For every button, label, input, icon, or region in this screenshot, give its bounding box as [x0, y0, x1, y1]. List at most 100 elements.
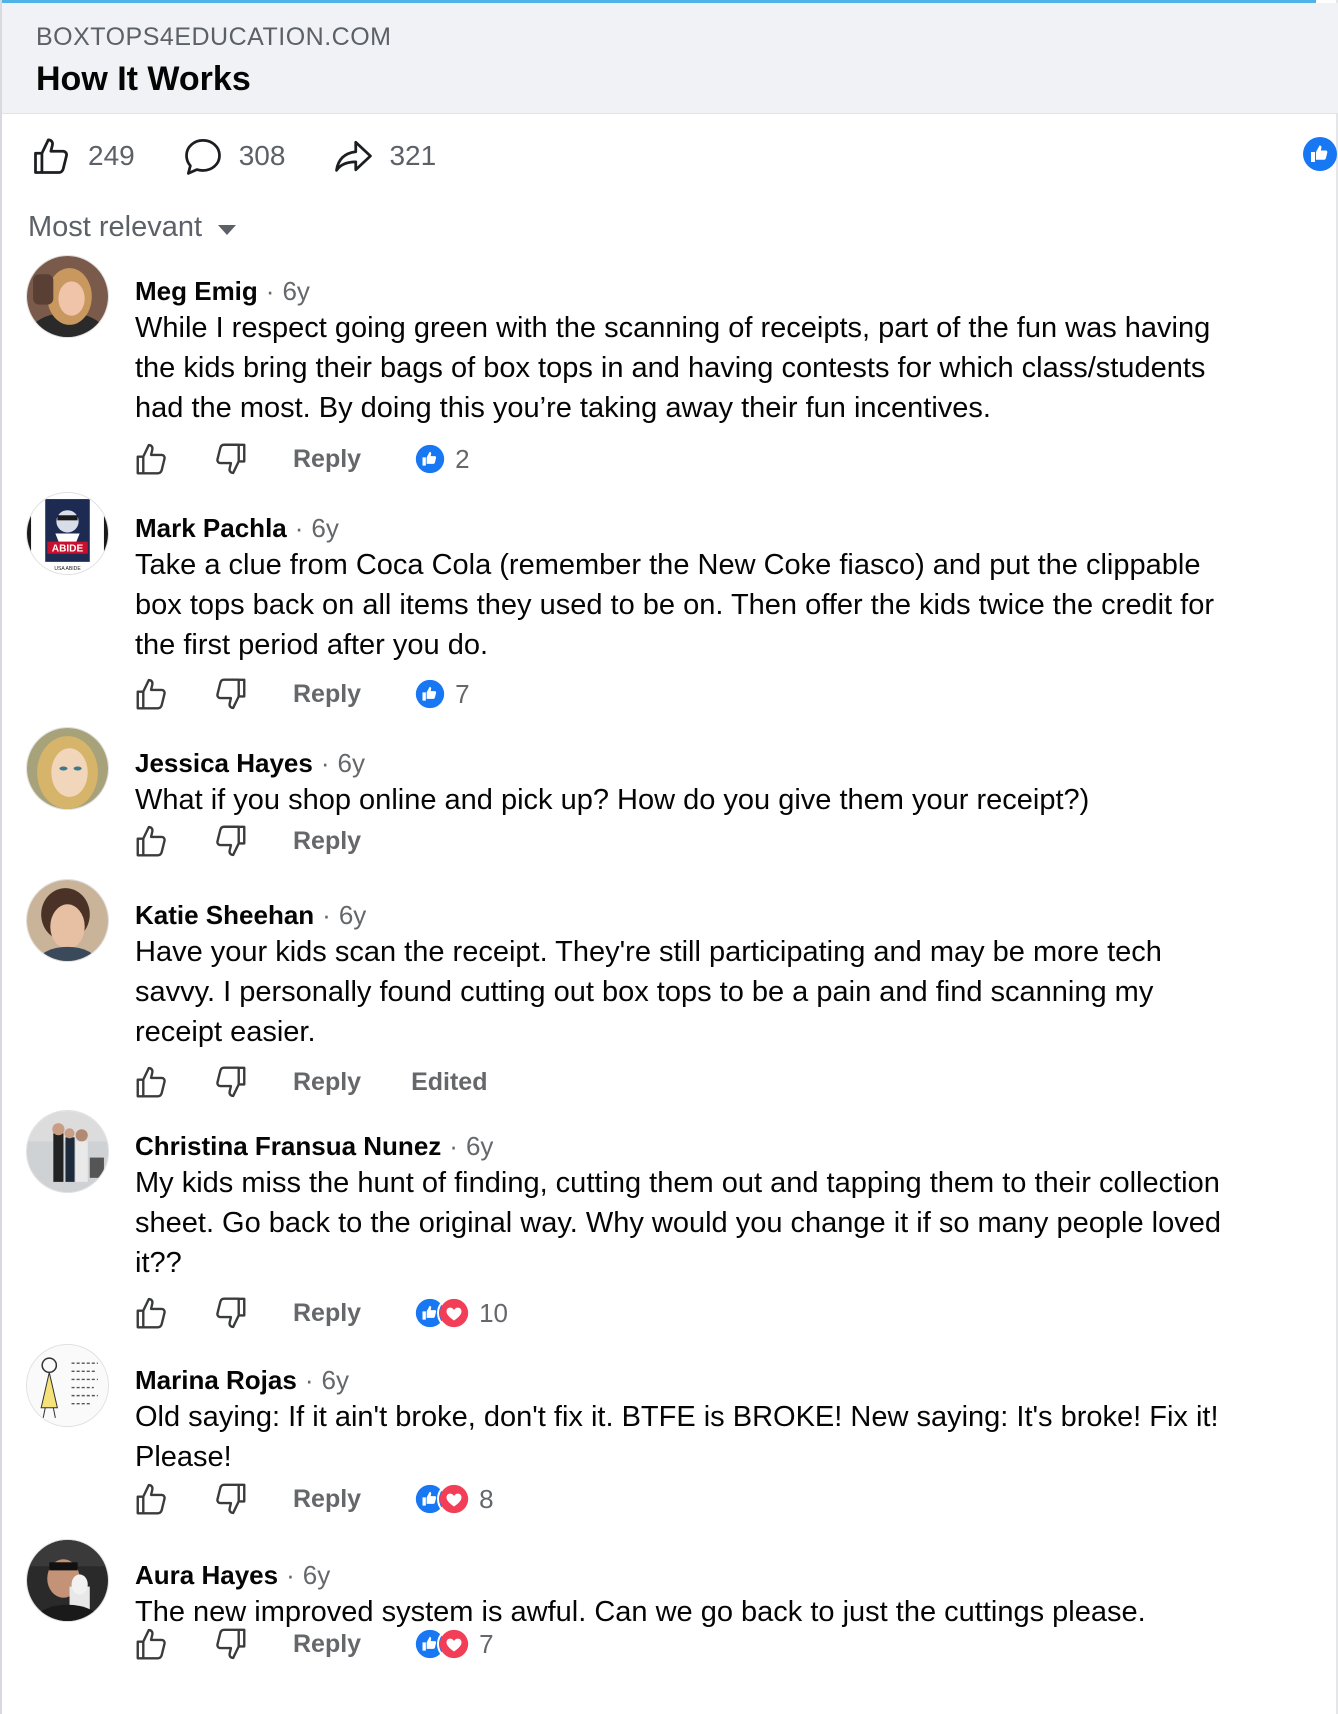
comment-text: My kids miss the hunt of finding, cuttin…: [135, 1163, 1315, 1283]
comment-time[interactable]: 6y: [466, 1131, 493, 1162]
like-icon[interactable]: [133, 1480, 171, 1518]
reply-button[interactable]: Reply: [293, 1299, 361, 1328]
commenter-name[interactable]: Meg Emig: [135, 276, 258, 307]
avatar[interactable]: ABIDE USA ABIDE: [26, 492, 109, 575]
comment-time[interactable]: 6y: [338, 748, 365, 779]
link-preview-card[interactable]: BOXTOPS4EDUCATION.COM How It Works: [2, 3, 1338, 114]
comment-text: Take a clue from Coca Cola (remember the…: [135, 545, 1315, 665]
comment-text-line: Old saying: If it ain't broke, don't fix…: [135, 1401, 1219, 1433]
comment-text-line: My kids miss the hunt of finding, cuttin…: [135, 1167, 1220, 1199]
comment-text-line: Have your kids scan the receipt. They're…: [135, 936, 1162, 968]
separator-dot: ·: [286, 1560, 295, 1590]
avatar[interactable]: [26, 727, 109, 810]
comment-count: 308: [238, 140, 286, 171]
separator-dot: ·: [304, 1365, 314, 1395]
commenter-name[interactable]: Mark Pachla: [135, 513, 287, 544]
like-icon[interactable]: [133, 440, 171, 478]
dislike-icon[interactable]: [211, 1063, 249, 1101]
link-title[interactable]: How It Works: [36, 60, 251, 99]
like-icon[interactable]: [133, 1625, 171, 1663]
share-icon[interactable]: [331, 134, 375, 178]
avatar-usa-abide-text: USA ABIDE: [54, 566, 81, 572]
reply-button[interactable]: Reply: [293, 1485, 361, 1514]
comment-time[interactable]: 6y: [322, 1365, 349, 1396]
comment-text: What if you shop online and pick up? How…: [135, 780, 1315, 820]
dislike-icon[interactable]: [211, 1625, 249, 1663]
avatar-abide-text: ABIDE: [52, 544, 84, 555]
comment-text: While I respect going green with the sca…: [135, 308, 1315, 428]
love-reaction-icon: [437, 1296, 472, 1330]
reaction-summary[interactable]: 7: [413, 677, 470, 711]
comment-time[interactable]: 6y: [282, 276, 309, 307]
avatar[interactable]: [26, 1539, 109, 1622]
sort-label: Most relevant: [28, 211, 203, 243]
reaction-summary[interactable]: 8: [413, 1482, 494, 1516]
reply-button[interactable]: Reply: [293, 1068, 361, 1097]
dislike-icon[interactable]: [211, 675, 249, 713]
separator-dot: ·: [265, 276, 275, 306]
commenter-name[interactable]: Katie Sheehan: [135, 900, 314, 931]
reaction-count: 8: [479, 1483, 494, 1514]
comment-time[interactable]: 6y: [303, 1560, 330, 1591]
like-stat[interactable]: 249: [30, 134, 135, 178]
comment-text-line: the first period after you do.: [135, 629, 489, 661]
reaction-count: 7: [479, 1628, 494, 1659]
avatar[interactable]: [26, 879, 109, 962]
like-reaction-icon: [413, 442, 448, 476]
commenter-name[interactable]: Marina Rojas: [135, 1365, 297, 1396]
reply-button[interactable]: Reply: [293, 680, 361, 709]
reaction-summary[interactable]: 7: [413, 1627, 494, 1661]
avatar[interactable]: [26, 1344, 109, 1427]
comment-actions: Reply 7: [133, 1624, 494, 1664]
like-outline-icon[interactable]: [30, 134, 74, 178]
like-count: 249: [88, 140, 135, 171]
reply-button[interactable]: Reply: [293, 445, 361, 474]
comment-text-line: the kids bring their bags of box tops in…: [135, 352, 1206, 384]
comment-actions: Reply Edited: [133, 1062, 488, 1102]
separator-dot: ·: [322, 900, 331, 930]
commenter-name[interactable]: Christina Fransua Nunez: [135, 1131, 441, 1162]
commenter-name[interactable]: Aura Hayes: [135, 1560, 278, 1591]
comment-actions: Reply 8: [133, 1479, 494, 1519]
commenter-name[interactable]: Jessica Hayes: [135, 748, 313, 779]
dislike-icon[interactable]: [211, 1294, 249, 1332]
share-count: 321: [389, 140, 437, 171]
dislike-icon[interactable]: [211, 1480, 249, 1518]
comment-icon[interactable]: [181, 134, 225, 178]
avatar[interactable]: [26, 255, 109, 338]
sort-dropdown[interactable]: Most relevant: [28, 211, 237, 244]
love-reaction-icon: [437, 1627, 472, 1661]
reaction-summary[interactable]: 10: [413, 1296, 508, 1330]
comment-text-line: receipt easier.: [135, 1016, 316, 1048]
comment-stat[interactable]: 308: [181, 134, 286, 178]
comment-actions: Reply 7: [133, 674, 470, 714]
like-icon[interactable]: [133, 822, 171, 860]
separator-dot: ·: [449, 1131, 458, 1161]
like-icon[interactable]: [133, 675, 171, 713]
reaction-summary[interactable]: 2: [413, 442, 470, 476]
separator-dot: ·: [320, 748, 330, 778]
reply-button[interactable]: Reply: [293, 1630, 361, 1659]
love-reaction-icon: [437, 1482, 472, 1516]
comment-header: Marina Rojas · 6y: [135, 1365, 349, 1399]
comment-text-line: savvy. I personally found cutting out bo…: [135, 976, 1154, 1008]
like-reaction-icon: [413, 677, 448, 711]
share-stat[interactable]: 321: [331, 134, 436, 178]
reply-button[interactable]: Reply: [293, 827, 361, 856]
comment-header: Katie Sheehan · 6y: [135, 900, 366, 934]
comment-header: Mark Pachla · 6y: [135, 513, 339, 547]
like-icon[interactable]: [133, 1063, 171, 1101]
avatar[interactable]: [26, 1110, 109, 1193]
comment-time[interactable]: 6y: [339, 900, 366, 931]
dislike-icon[interactable]: [211, 822, 249, 860]
comment-time[interactable]: 6y: [311, 513, 338, 544]
reaction-count: 7: [455, 678, 470, 709]
comment-header: Meg Emig · 6y: [135, 276, 310, 310]
comment-text-line: Please!: [135, 1441, 232, 1473]
like-icon[interactable]: [133, 1294, 171, 1332]
comment-text: Have your kids scan the receipt. They're…: [135, 932, 1315, 1052]
dislike-icon[interactable]: [211, 440, 249, 478]
link-domain: BOXTOPS4EDUCATION.COM: [36, 23, 392, 51]
comment-text-line: While I respect going green with the sca…: [135, 312, 1211, 344]
caret-down-icon: [218, 224, 237, 235]
